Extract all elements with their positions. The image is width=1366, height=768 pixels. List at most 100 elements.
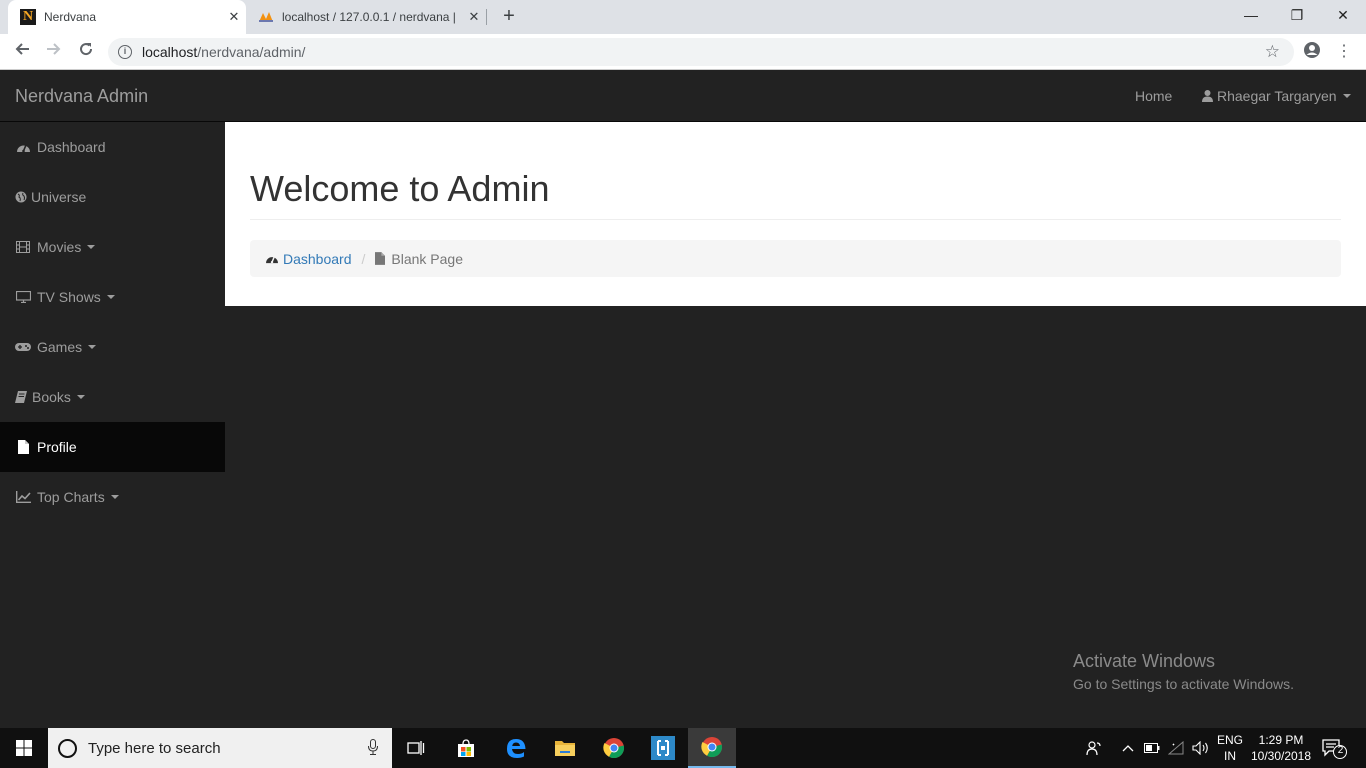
sidebar-item-label: Books [32, 389, 71, 405]
sidebar-item-label: Universe [31, 189, 87, 205]
film-icon [15, 240, 31, 254]
reload-button[interactable] [74, 40, 98, 64]
browser-tab-phpmyadmin[interactable]: localhost / 127.0.0.1 / nerdvana | ✕ [248, 0, 486, 34]
action-center-button[interactable]: 2 [1322, 738, 1348, 765]
search-placeholder: Type here to search [88, 739, 221, 757]
caret-down-icon [76, 395, 85, 399]
edge-icon [507, 739, 526, 758]
tab-title: localhost / 127.0.0.1 / nerdvana | [282, 10, 456, 24]
user-name: Rhaegar Targaryen [1217, 88, 1337, 104]
sidebar-item-universe[interactable]: Universe [0, 172, 225, 222]
caret-down-icon [106, 295, 115, 299]
sidebar-item-label: Movies [37, 239, 82, 255]
pinned-app[interactable] [639, 728, 687, 768]
phpmyadmin-icon [258, 9, 274, 25]
show-hidden-icons-chevron-icon[interactable] [1118, 728, 1138, 768]
close-window-button[interactable]: ✕ [1320, 0, 1366, 30]
browser-tab-nerdvana[interactable]: N Nerdvana ✕ [8, 0, 246, 34]
user-dropdown[interactable]: Rhaegar Targaryen [1202, 88, 1351, 104]
volume-icon[interactable] [1190, 728, 1212, 768]
tab-title: Nerdvana [44, 10, 97, 24]
sidebar-item-dashboard[interactable]: Dashboard [0, 122, 225, 172]
pinned-app-icon [651, 736, 675, 760]
language-code: ENG [1216, 733, 1243, 747]
activate-windows-watermark: Activate Windows Go to Settings to activ… [1073, 651, 1294, 692]
sidebar-item-label: Profile [37, 439, 77, 455]
task-view-button[interactable] [392, 728, 440, 768]
notification-count: 2 [1337, 745, 1344, 756]
breadcrumb-dashboard-link[interactable]: Dashboard [265, 251, 352, 267]
task-view-icon [407, 741, 425, 755]
sidebar-item-label: Top Charts [37, 489, 105, 505]
watermark-subtitle: Go to Settings to activate Windows. [1073, 676, 1294, 692]
start-button[interactable] [0, 728, 48, 768]
breadcrumb-link-label: Dashboard [283, 250, 352, 267]
cortana-icon [58, 739, 77, 758]
new-tab-button[interactable]: + [498, 5, 520, 27]
caret-down-icon [110, 495, 119, 499]
watermark-title: Activate Windows [1073, 651, 1216, 671]
tab-divider [486, 9, 487, 25]
restore-button[interactable]: ❐ [1274, 0, 1320, 30]
breadcrumb-current-label: Blank Page [391, 250, 463, 267]
address-bar[interactable]: i localhost/nerdvana/admin/ ☆ [108, 38, 1294, 66]
edge-app[interactable] [492, 728, 540, 768]
minimize-button[interactable]: — [1228, 0, 1274, 30]
sidebar-item-label: TV Shows [37, 289, 101, 305]
store-bag-icon [458, 739, 474, 757]
user-icon [1202, 90, 1213, 102]
wifi-icon[interactable] [1166, 728, 1186, 768]
info-icon[interactable]: i [118, 45, 132, 59]
sidebar-item-books[interactable]: Books [0, 372, 225, 422]
battery-icon[interactable] [1142, 728, 1162, 768]
sidebar-item-label: Games [37, 339, 83, 355]
globe-icon [15, 190, 27, 204]
folder-icon [555, 741, 575, 756]
navbar-brand[interactable]: Nerdvana Admin [15, 86, 148, 107]
sidebar-item-profile[interactable]: Profile [0, 422, 225, 472]
sidebar-item-movies[interactable]: Movies [0, 222, 225, 272]
close-tab-icon[interactable]: ✕ [462, 9, 486, 25]
taskbar-clock[interactable]: 1:29 PM 10/30/2018 [1248, 732, 1314, 764]
close-tab-icon[interactable]: ✕ [222, 9, 246, 25]
sidebar: Dashboard Universe Movies TV Shows Games… [0, 122, 225, 522]
sidebar-item-games[interactable]: Games [0, 322, 225, 372]
top-navbar: Nerdvana Admin Home Rhaegar Targaryen [0, 71, 1366, 122]
url-path: /nerdvana/admin/ [197, 44, 306, 60]
chrome-icon [603, 738, 625, 759]
url-host: localhost [142, 44, 198, 60]
file-icon [15, 440, 31, 454]
page-title: Welcome to Admin [250, 168, 1341, 220]
breadcrumb: Dashboard / Blank Page [250, 240, 1341, 277]
file-icon [375, 252, 386, 265]
sidebar-item-top-charts[interactable]: Top Charts [0, 472, 225, 522]
clock-time: 1:29 PM [1258, 733, 1304, 747]
breadcrumb-separator: / [361, 250, 366, 267]
region-code: IN [1224, 749, 1236, 763]
file-explorer-app[interactable] [541, 728, 589, 768]
bookmark-star-icon[interactable]: ☆ [1265, 42, 1280, 62]
back-button[interactable] [10, 40, 34, 64]
people-icon[interactable] [1082, 728, 1106, 768]
microphone-icon[interactable] [368, 739, 378, 758]
sidebar-item-label: Dashboard [37, 139, 106, 155]
caret-down-icon [87, 245, 96, 249]
book-icon [15, 390, 27, 404]
line-chart-icon [15, 490, 31, 504]
account-icon[interactable] [1301, 41, 1323, 63]
chrome-app-active[interactable] [688, 728, 736, 768]
windows-taskbar: Type here to search ENG IN 1:29 PM 10/30… [0, 728, 1366, 768]
input-language-indicator[interactable]: ENG IN [1214, 732, 1246, 764]
caret-down-icon [88, 345, 97, 349]
browser-toolbar: i localhost/nerdvana/admin/ ☆ ⋮ [0, 34, 1366, 70]
dashboard-icon [15, 140, 31, 154]
chrome-app[interactable] [590, 728, 638, 768]
nav-home-link[interactable]: Home [1135, 88, 1172, 104]
menu-kebab-icon[interactable]: ⋮ [1333, 41, 1355, 63]
forward-button[interactable] [42, 40, 66, 64]
main-content: Welcome to Admin Dashboard / Blank Page [225, 122, 1366, 306]
store-app[interactable] [442, 728, 490, 768]
taskbar-search-box[interactable]: Type here to search [48, 728, 392, 768]
nerdvana-favicon-icon: N [20, 9, 36, 25]
sidebar-item-tv-shows[interactable]: TV Shows [0, 272, 225, 322]
